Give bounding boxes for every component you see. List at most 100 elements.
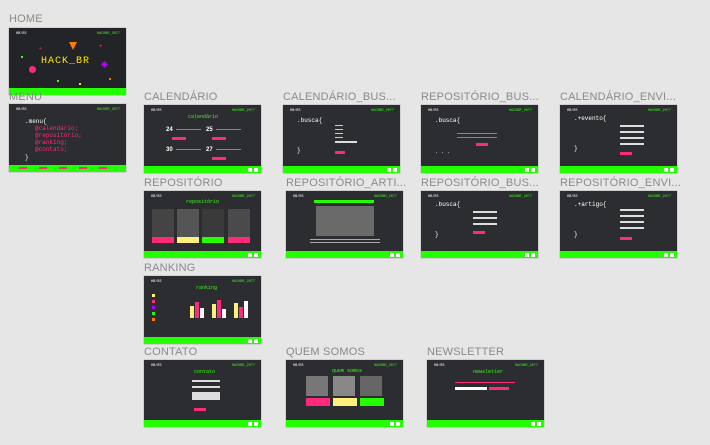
event-text <box>216 129 241 130</box>
code-open: .busca{ <box>297 117 323 124</box>
form-field[interactable] <box>620 227 644 229</box>
frame-label-repositorio-artigo[interactable]: REPOSITÓRIO_ARTI... <box>286 177 406 189</box>
brand-text: HACKBR_2077 <box>647 109 671 113</box>
code-open: .+evento{ <box>574 115 607 122</box>
article-photo <box>316 206 374 236</box>
brand-text: HACKBR_2077 <box>231 280 255 284</box>
brand-text: HACKBR_2077 <box>370 109 394 113</box>
article-card[interactable] <box>152 209 174 243</box>
article-card[interactable] <box>228 209 250 243</box>
frame-label-repositorio-envio[interactable]: REPOSITÓRIO_ENVI... <box>560 177 681 189</box>
frame-repositorio-busca[interactable]: HB/RS HACKBR_2077 .busca{ } <box>421 191 538 258</box>
form-field[interactable] <box>620 143 644 145</box>
menu-item-ranking[interactable]: @ranking; <box>35 139 67 146</box>
form-field[interactable] <box>620 221 644 223</box>
frame-label-ranking[interactable]: RANKING <box>144 262 196 274</box>
frame-newsletter[interactable]: HB/RS HACKBR_2077 newsletter <box>427 360 544 427</box>
logo: HB/RS <box>567 109 578 113</box>
subscribe-button[interactable] <box>489 387 509 390</box>
frame-quem-somos[interactable]: HB/RS HACKBR_2077 quem somos <box>286 360 403 427</box>
code-open: .busca{ <box>435 117 461 124</box>
menu-item-calendario[interactable]: @calendário; <box>35 125 78 132</box>
form-field[interactable] <box>620 137 644 139</box>
brand-text: HACKBR_2077 <box>231 195 255 199</box>
member-photo <box>333 376 355 396</box>
event-date: 25 <box>206 127 213 133</box>
event-button[interactable] <box>212 137 226 140</box>
form-field[interactable] <box>192 380 220 382</box>
search-button[interactable] <box>335 151 345 154</box>
menu-item-repositorio[interactable]: @repositório; <box>35 132 82 139</box>
article-card[interactable] <box>202 209 224 243</box>
code-close: } <box>435 231 439 238</box>
frame-ranking[interactable]: HB/RS HACKBR_2077 ranking <box>144 276 261 344</box>
frame-label-quem-somos[interactable]: QUEM SOMOS <box>286 346 365 358</box>
footer-bar <box>560 251 677 258</box>
form-field[interactable] <box>473 217 497 219</box>
menu-item-contato[interactable]: @contato; <box>35 146 67 153</box>
brand-text: HACKBR_2077 <box>647 195 671 199</box>
submit-button[interactable] <box>620 237 632 240</box>
member-photo <box>306 376 328 396</box>
frame-calendario-envio[interactable]: HB/RS HACKBR_2077 .+evento{ } <box>560 105 677 173</box>
frame-label-calendario-envio[interactable]: CALENDÁRIO_ENVI... <box>560 91 676 103</box>
form-field[interactable] <box>620 131 644 133</box>
member-card <box>306 398 330 406</box>
form-field[interactable] <box>192 392 220 400</box>
circle-shape <box>29 66 36 73</box>
dot-shape <box>109 78 111 80</box>
frame-label-menu[interactable]: MENU <box>9 91 42 103</box>
frame-label-home[interactable]: HOME <box>9 13 43 25</box>
event-button[interactable] <box>212 157 226 160</box>
frame-repositorio[interactable]: HB/RS HACKBR_2077 repositório <box>144 191 261 258</box>
frame-repositorio-artigo[interactable]: HB/RS HACKBR_2077 <box>286 191 403 258</box>
plus-shape: + <box>39 46 42 52</box>
frame-label-calendario[interactable]: CALENDÁRIO <box>144 91 218 103</box>
frame-busca-2[interactable]: HB/RS HACKBR_2077 .busca{ . . . <box>421 105 538 173</box>
search-field[interactable] <box>335 141 357 143</box>
brand-text: HACKBR_2077 <box>373 364 397 368</box>
article-banner <box>314 200 374 203</box>
email-field[interactable] <box>455 387 487 390</box>
frame-label-contato[interactable]: CONTATO <box>144 346 197 358</box>
frame-label-repositorio[interactable]: REPOSITÓRIO <box>144 177 223 189</box>
ranking-list <box>152 294 155 321</box>
search-button[interactable] <box>473 231 485 234</box>
event-button[interactable] <box>172 137 186 140</box>
frame-contato[interactable]: HB/RS HACKBR_2077 contato <box>144 360 261 427</box>
frame-home[interactable]: HB/RS HACKBR_2077 HACK_BR + + <box>9 28 126 95</box>
form-field[interactable] <box>620 125 644 127</box>
frame-calendario-busca[interactable]: HB/RS HACKBR_2077 .busca{ } <box>283 105 400 173</box>
brand-text: HACKBR_2077 <box>373 195 397 199</box>
frame-repositorio-envio[interactable]: HB/RS HACKBR_2077 .+artigo{ } <box>560 191 677 258</box>
footer-bar <box>9 165 126 172</box>
frame-label-calendario-busca[interactable]: CALENDÁRIO_BUS... <box>283 91 396 103</box>
article-text <box>310 242 380 243</box>
article-card[interactable] <box>177 209 199 243</box>
frame-menu[interactable]: HB/RS HACKBR_2077 .menu{ @calendário; @r… <box>9 104 126 172</box>
footer-bar <box>144 166 261 173</box>
logo: HB/RS <box>151 364 162 368</box>
footer-bar <box>421 251 538 258</box>
form-field[interactable] <box>620 215 644 217</box>
event-date: 30 <box>166 147 173 153</box>
frame-label-busca-2[interactable]: REPOSITÓRIO_BUS... <box>421 91 539 103</box>
repositorio-heading: repositório <box>186 199 220 205</box>
menu-code-close: } <box>25 154 29 161</box>
send-button[interactable] <box>194 408 206 411</box>
event-date: 27 <box>206 147 213 153</box>
ranking-heading: ranking <box>196 285 218 291</box>
form-field[interactable] <box>192 386 220 388</box>
frame-label-newsletter[interactable]: NEWSLETTER <box>427 346 504 358</box>
frame-calendario[interactable]: HB/RS HACKBR_2077 calendário 24 30 25 27 <box>144 105 261 173</box>
result-button[interactable] <box>476 143 488 146</box>
frame-label-repositorio-busca[interactable]: REPOSITÓRIO_BUS... <box>421 177 539 189</box>
form-field[interactable] <box>473 223 497 225</box>
footer-bar <box>560 166 677 173</box>
submit-button[interactable] <box>620 152 632 155</box>
form-field[interactable] <box>620 209 644 211</box>
footer-bar <box>144 420 261 427</box>
home-title: HACK_BR <box>41 56 91 67</box>
logo: HB/RS <box>16 32 27 36</box>
form-field[interactable] <box>473 211 497 213</box>
